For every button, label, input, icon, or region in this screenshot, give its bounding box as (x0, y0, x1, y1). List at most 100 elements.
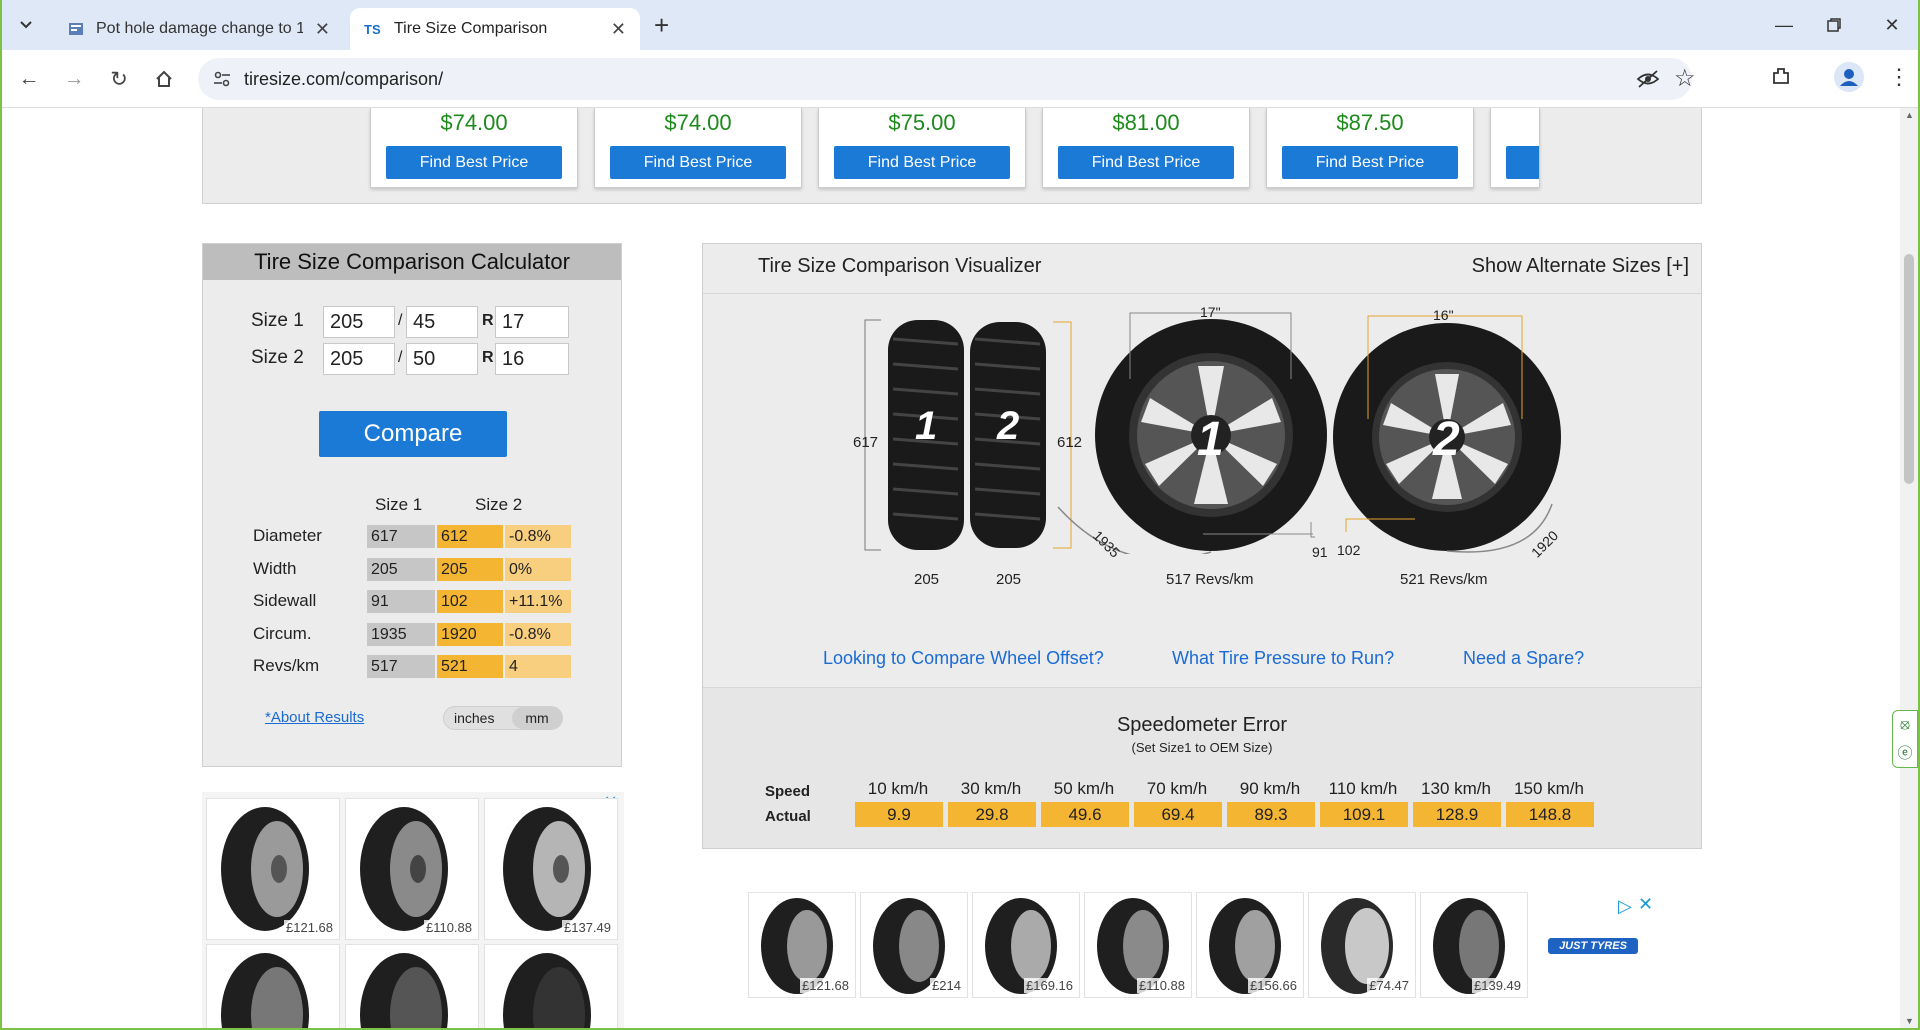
ad-tire-tile[interactable] (345, 944, 479, 1028)
sidewall1-label: 91 (1312, 544, 1328, 560)
visualizer-title: Tire Size Comparison Visualizer (758, 255, 1042, 277)
tab-pothole[interactable]: Pot hole damage change to 16 ✕ (54, 8, 344, 50)
unit-mm[interactable]: mm (512, 707, 562, 729)
size2-rim-input[interactable]: 16 (495, 343, 569, 375)
row-label: Sidewall (253, 591, 317, 610)
ad-tire-tile[interactable]: £214 (860, 892, 968, 998)
ad-tire-tile[interactable]: £121.68 (206, 798, 340, 940)
r-label: R (482, 312, 494, 329)
actual-speed-value: 128.9 (1413, 802, 1501, 827)
ad-tire-tile[interactable]: £74.47 (1308, 892, 1416, 998)
minimize-icon[interactable]: — (1764, 10, 1804, 40)
wheel1-number: 1 (1197, 413, 1224, 466)
tire-pressure-link[interactable]: What Tire Pressure to Run? (1172, 648, 1394, 669)
ad-price: £139.49 (1472, 978, 1523, 993)
need-spare-link[interactable]: Need a Spare? (1463, 648, 1584, 669)
size1-ratio-input[interactable]: 45 (406, 306, 478, 338)
price-text: $74.00 (664, 110, 732, 135)
revs2-label: 521 Revs/km (1400, 571, 1488, 588)
close-circle-icon[interactable]: ⦻ (1900, 716, 1910, 733)
bookmark-star-icon[interactable]: ☆ (1674, 64, 1696, 93)
profile-avatar-icon[interactable] (1834, 62, 1864, 92)
ad-tire-tile[interactable]: £110.88 (1084, 892, 1192, 998)
size1-width-input[interactable]: 205 (323, 306, 395, 338)
ad-tire-tile[interactable] (484, 944, 618, 1028)
scroll-down-icon[interactable]: ▼ (1905, 1016, 1914, 1026)
site-info-icon[interactable] (212, 69, 232, 94)
price-card: $87.50 Find Best Price (1266, 108, 1474, 188)
diameter2-label: 612 (1057, 434, 1083, 451)
find-best-price-button[interactable]: Find Best Price (386, 146, 562, 179)
ad-tire-tile[interactable]: £139.49 (1420, 892, 1528, 998)
just-tyres-logo[interactable]: JUST TYRES (1548, 938, 1638, 954)
actual-speed-value: 69.4 (1134, 802, 1222, 827)
tire1-number: 1 (915, 404, 938, 448)
size1-rim-input[interactable]: 17 (495, 306, 569, 338)
scroll-thumb[interactable] (1904, 254, 1914, 484)
revs1-label: 517 Revs/km (1166, 571, 1254, 588)
size1-value: 1935 (367, 623, 435, 646)
ad-tire-tile[interactable]: £169.16 (972, 892, 1080, 998)
size2-ratio-input[interactable]: 50 (406, 343, 478, 375)
scroll-up-icon[interactable]: ▲ (1905, 110, 1914, 120)
ad-price: £121.68 (800, 978, 851, 993)
compare-button[interactable]: Compare (319, 411, 507, 457)
actual-speed-value: 109.1 (1320, 802, 1408, 827)
speed-value: 90 km/h (1239, 779, 1301, 798)
speed-value: 30 km/h (960, 779, 1022, 798)
size2-value: 205 (437, 558, 503, 581)
find-best-price-button[interactable]: Find Best Price (834, 146, 1010, 179)
page-scrollbar[interactable]: ▲ ▼ (1900, 108, 1918, 1028)
tire2-number: 2 (997, 404, 1020, 448)
wheel-offset-link[interactable]: Looking to Compare Wheel Offset? (823, 648, 1104, 669)
close-tab-icon[interactable]: ✕ (315, 19, 330, 40)
diff-value: -0.8% (505, 623, 571, 646)
eye-off-icon[interactable] (1636, 68, 1660, 95)
bottom-ad[interactable]: £121.68 £214 £169.16 £110.88 £156.66 £74… (748, 888, 1692, 1000)
size2-width-input[interactable]: 205 (323, 343, 395, 375)
restore-icon[interactable] (1814, 10, 1854, 40)
show-alternate-sizes-link[interactable]: Show Alternate Sizes [+] (1472, 255, 1689, 278)
ad-tire-tile[interactable]: £156.66 (1196, 892, 1304, 998)
actual-speed-value: 89.3 (1227, 802, 1315, 827)
find-best-price-button[interactable]: Find Best Price (1282, 146, 1458, 179)
side-ad[interactable]: ▷ ✕ £121.68 £110.88 £137.49 (202, 792, 624, 1028)
menu-icon[interactable]: ⋮ (1888, 64, 1910, 90)
price-text: $87.50 (1336, 110, 1404, 135)
price-card: $81.00 Find Best Price (1042, 108, 1250, 188)
tab-tire-size[interactable]: TS Tire Size Comparison ✕ (350, 8, 640, 50)
ad-tire-tile[interactable]: £121.68 (748, 892, 856, 998)
url-text: tiresize.com/comparison/ (244, 68, 444, 89)
size2-label: Size 2 (251, 347, 304, 368)
adchoices-icon[interactable]: ▷ (1618, 896, 1632, 917)
reload-icon[interactable]: ↻ (102, 62, 136, 96)
find-best-price-button[interactable] (1506, 146, 1539, 179)
ad-price: £214 (930, 978, 963, 993)
close-icon[interactable]: ✕ (1872, 10, 1912, 40)
e-circle-icon[interactable]: ⓔ (1897, 742, 1912, 763)
find-best-price-button[interactable]: Find Best Price (1058, 146, 1234, 179)
ad-price: £110.88 (1136, 978, 1187, 993)
ad-tire-tile[interactable]: £110.88 (345, 798, 479, 940)
ad-tire-tile[interactable] (206, 944, 340, 1028)
back-icon[interactable]: ← (12, 62, 46, 96)
new-tab-button[interactable]: + (654, 10, 669, 41)
extensions-icon[interactable] (1770, 65, 1792, 92)
home-icon[interactable] (147, 62, 181, 96)
address-bar[interactable]: tiresize.com/comparison/ ☆ (198, 58, 1696, 100)
extension-side-badge[interactable]: ⦻ ⓔ (1892, 710, 1918, 768)
about-results-link[interactable]: *About Results (265, 709, 364, 726)
speed-value: 10 km/h (867, 779, 929, 798)
find-best-price-button[interactable]: Find Best Price (610, 146, 786, 179)
close-tab-icon[interactable]: ✕ (611, 19, 626, 40)
ad-close-icon[interactable]: ✕ (1638, 894, 1653, 915)
speed-value: 130 km/h (1421, 779, 1491, 798)
unit-toggle[interactable]: inches mm (443, 706, 563, 730)
ad-tire-tile[interactable]: £137.49 (484, 798, 618, 940)
tab-search-button[interactable] (12, 12, 40, 38)
slash: / (398, 312, 403, 329)
calculator-title: Tire Size Comparison Calculator (203, 244, 621, 280)
unit-inches[interactable]: inches (454, 710, 494, 726)
speed-value: 70 km/h (1146, 779, 1208, 798)
forward-icon[interactable]: → (57, 62, 91, 96)
